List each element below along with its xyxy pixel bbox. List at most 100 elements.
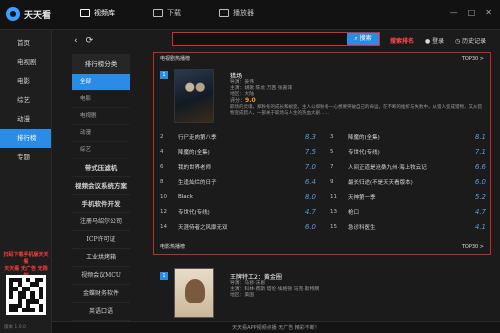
login-label: 登录 [432,38,445,45]
rank-title[interactable]: 降魔的(全集) [178,148,292,156]
ranking-row[interactable]: 2 行尸走肉第八季 8.3 [160,129,316,144]
logo-icon [6,7,20,21]
tab-label: 视频库 [94,9,115,17]
ad-link[interactable]: 注册马绍尔公司 [72,213,130,231]
category-item-all[interactable]: 全部 [72,74,130,91]
rank-title[interactable]: 人间正道是沧桑九州·海上牧云记 [348,163,462,171]
version-label: 版本 1.0.0 [4,325,26,330]
rank-number: 6 [160,163,164,170]
rank-number: 15 [330,223,337,230]
clock-icon: ◷ [455,38,461,45]
ranking-row[interactable]: 6 我的世界老师 7.0 [160,159,316,174]
ranking-row[interactable]: 14 天涯侍者之风靡无双 6.0 [160,219,316,234]
category-item-tv[interactable]: 电视剧 [72,108,130,125]
featured-score: 评分：9.0 [230,97,256,104]
category-item-movie[interactable]: 电影 [72,91,130,108]
score-label: 评分： [230,98,246,104]
rank-score: 6.0 [474,177,486,186]
rank-title[interactable]: 降魔的(全集) [348,133,462,141]
close-button[interactable]: ✕ [485,8,492,17]
rank-title[interactable]: 生逢灿烂的日子 [178,178,292,186]
rank-number: 11 [330,193,337,200]
nav-arrows: ‹ ⟳ [60,30,138,52]
maximize-button[interactable]: □ [468,8,476,17]
sidebar-item-ranking[interactable]: 排行榜 [0,129,51,148]
rank-number: 5 [330,148,334,155]
rank-title[interactable]: 枪口 [348,208,462,216]
minimize-button[interactable]: — [450,8,458,17]
ranking-row[interactable]: 3 降魔的(全集) 8.1 [330,129,486,144]
rank-number: 13 [330,208,337,215]
ranking-row[interactable]: 13 枪口 4.7 [330,204,486,219]
ad-link[interactable]: 带式压滤机 [72,159,130,177]
ad-link[interactable]: 英语口语 [72,303,130,321]
ad-link[interactable]: 视频会议MCU [72,267,130,285]
sidebar-item-tv[interactable]: 电视剧 [0,53,51,72]
rank-score: 4.7 [474,207,486,216]
qr-code-icon [6,275,46,315]
rank-score: 7.0 [304,162,316,171]
ranking-column-left: 2 行尸走肉第八季 8.3 4 降魔的(全集) 7.5 6 我的世界老师 7.0 8 生逢灿烂的日子… [160,129,316,234]
rank-number: 14 [160,223,167,230]
player-icon [219,9,229,17]
rank-title[interactable]: Black [178,194,292,200]
video-library-icon [80,9,90,17]
search-input[interactable]: ⌕ 搜索 [172,32,380,46]
ranking-row[interactable]: 10 Black 8.0 [160,189,316,204]
ad-link[interactable]: ICP许可证 [72,231,130,249]
rank-title[interactable]: 天神第一季 [348,193,462,201]
ranking-row[interactable]: 7 人间正道是沧桑九州·海上牧云记 6.6 [330,159,486,174]
category-item-anime[interactable]: 动漫 [72,125,130,142]
sidebar-item-home[interactable]: 首页 [0,34,51,53]
nav-tabs: 视频库 下载 播放器 [80,8,254,18]
rank-title[interactable]: 最长归途(不是天天看版本) [348,178,462,186]
ranking-row[interactable]: 9 最长归途(不是天天看版本) 6.0 [330,174,486,189]
rank-number: 9 [330,178,334,185]
ad-link[interactable]: 手机软件开发 [72,195,130,213]
ranking-row[interactable]: 5 专世代(专线) 7.1 [330,144,486,159]
rank-score: 6.4 [304,177,316,186]
app-logo: 天天看 [6,7,51,21]
sidebar-item-anime[interactable]: 动漫 [0,110,51,129]
category-item-variety[interactable]: 综艺 [72,142,130,159]
tv-ranking-panel: 电视剧热播榜 TOP30 > 1 猎场 导演：姜伟 主演：胡歌 陈龙 万茜 张嘉… [153,52,491,255]
tab-video-library[interactable]: 视频库 [80,8,115,18]
ranking-row[interactable]: 4 降魔的(全集) 7.5 [160,144,316,159]
rank-title[interactable]: 天涯侍者之风靡无双 [178,223,292,231]
ranking-row[interactable]: 12 专世代(专线) 4.7 [160,204,316,219]
movie-featured-item[interactable]: 1 王牌特工2：黄金圈 导演：马修·沃恩 主演：科林·费斯 塔伦·埃格顿 马克·… [160,268,490,318]
sidebar-item-variety[interactable]: 综艺 [0,91,51,110]
ranking-row[interactable]: 15 急诊科医生 4.1 [330,219,486,234]
ad-link[interactable]: 工业烘烤箱 [72,249,130,267]
featured-region: 地区：美国 [230,293,254,298]
rank-number: 12 [160,208,167,215]
poster-image[interactable] [174,268,214,318]
rank-number: 2 [160,133,164,140]
ad-link[interactable]: 金蝶财务软件 [72,285,130,303]
ad-link[interactable]: 视频会议系统方案 [72,177,130,195]
rank-title[interactable]: 专世代(专线) [348,148,462,156]
back-arrow-icon[interactable]: ‹ [74,36,78,46]
login-link[interactable]: ● 登录 [425,36,444,45]
window-controls: — □ ✕ [450,8,492,17]
sidebar: 首页 电视剧 电影 综艺 动漫 排行榜 专题 扫码下载手机版天天看 天天看 无广… [0,30,52,333]
rank-title[interactable]: 我的世界老师 [178,163,292,171]
search-ranking-link[interactable]: 搜索排名 [390,36,414,45]
category-header: 排行榜分类 [72,54,130,74]
rank-title[interactable]: 专世代(专线) [178,208,292,216]
sidebar-item-topic[interactable]: 专题 [0,148,51,167]
tab-download[interactable]: 下载 [153,8,181,18]
sidebar-item-movie[interactable]: 电影 [0,72,51,91]
ranking-row[interactable]: 11 天神第一季 5.2 [330,189,486,204]
tab-player[interactable]: 播放器 [219,8,254,18]
poster-image[interactable] [174,69,214,123]
rank-title[interactable]: 行尸走肉第八季 [178,133,292,141]
refresh-icon[interactable]: ⟳ [86,36,94,46]
history-link[interactable]: ◷ 历史记录 [455,36,486,45]
featured-item[interactable]: 1 猎场 导演：姜伟 主演：胡歌 陈龙 万茜 张嘉译 地区：大陆 评分：9.0 … [160,67,486,125]
movie-top30-link[interactable]: TOP30 > [462,242,484,252]
rank-title[interactable]: 急诊科医生 [348,223,462,231]
top30-link[interactable]: TOP30 > [462,53,484,65]
ranking-row[interactable]: 8 生逢灿烂的日子 6.4 [160,174,316,189]
search-button[interactable]: ⌕ 搜索 [347,33,379,45]
